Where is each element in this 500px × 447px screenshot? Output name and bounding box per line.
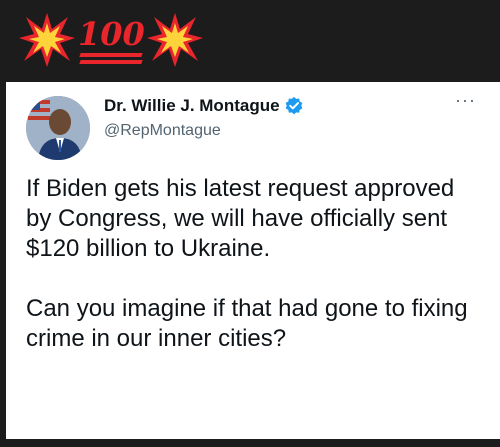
hundred-text: 100 bbox=[78, 15, 145, 53]
user-handle[interactable]: @RepMontague bbox=[104, 122, 221, 140]
tweet-text: If Biden gets his latest request approve… bbox=[26, 175, 468, 352]
emoji-row: 100 bbox=[18, 10, 204, 70]
avatar[interactable] bbox=[26, 96, 90, 160]
display-name[interactable]: Dr. Willie J. Montague bbox=[104, 96, 280, 116]
bottom-bar bbox=[0, 439, 500, 447]
collision-icon bbox=[19, 13, 75, 67]
more-options-icon[interactable]: ··· bbox=[455, 90, 476, 111]
verified-badge-icon bbox=[285, 96, 302, 115]
tweet-card: Dr. Willie J. Montague @RepMontague ··· … bbox=[6, 82, 500, 439]
hundred-points-icon: 100 bbox=[76, 15, 146, 65]
collision-icon bbox=[147, 13, 203, 67]
top-bar: 100 bbox=[0, 0, 500, 82]
name-row: Dr. Willie J. Montague bbox=[104, 96, 304, 116]
